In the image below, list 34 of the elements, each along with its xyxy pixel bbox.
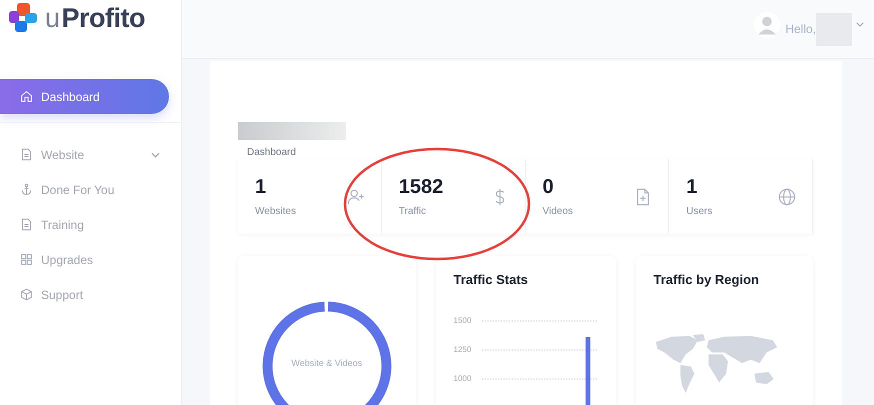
nav-item[interactable]: Training [0,207,169,242]
stat-value: 0 [542,176,555,199]
anchor-icon [20,183,33,196]
add-user-icon [346,188,365,206]
document-icon [20,218,33,231]
chevron-down-icon[interactable] [856,22,864,26]
axis-tick-label: 1250 [454,344,472,356]
greeting-text: Hello, [785,22,816,36]
stat-value: 1 [686,176,698,199]
nav-item[interactable]: Website [0,137,169,172]
brand-name: uProfito [45,2,146,34]
home-icon [20,90,33,103]
nav-item[interactable]: Support [0,277,169,312]
globe-icon [778,188,796,206]
logo-icon [9,3,39,33]
stat-value: 1582 [398,176,444,199]
donut-label: Website & Videos [290,358,364,368]
card-title: Traffic Stats [454,272,529,287]
stat-label: Users [686,206,714,217]
nav-item[interactable]: Done For You [0,172,169,207]
card-title: Traffic by Region [654,272,760,287]
axis-tick-label: 1000 [454,373,472,385]
box-icon [20,288,33,301]
breadcrumb: Dashboard [247,147,297,158]
grid-icon [20,253,33,266]
stat-value: 1 [255,176,268,199]
document-icon [20,148,33,161]
stat-label: Websites [255,206,297,217]
stat-label: Videos [542,206,574,217]
stat-label: Traffic [398,206,427,217]
axis-tick-label: 1500 [454,315,472,327]
avatar-icon[interactable] [754,12,780,38]
nav-item[interactable]: Dashboard [0,79,169,114]
nav-item[interactable]: Upgrades [0,242,169,277]
